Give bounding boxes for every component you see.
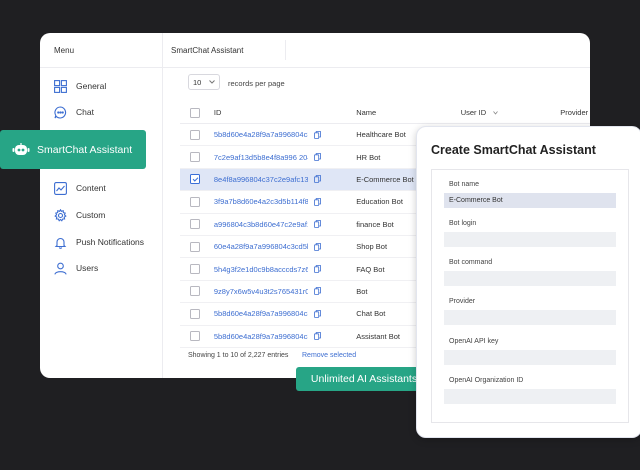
bot-id-link[interactable]: a996804c3b8d60e47c2e9af1	[214, 220, 308, 229]
sidebar-item-label: Content	[76, 183, 106, 193]
row-checkbox[interactable]	[190, 129, 200, 140]
sort-icon	[493, 111, 499, 115]
gear-icon	[54, 208, 67, 222]
panel-title: Create SmartChat Assistant	[431, 143, 596, 157]
bot-id-link[interactable]: 8e4f8a996804c37c2e9afc13d	[214, 175, 308, 184]
bot-id-link[interactable]: 7c2e9af13d5b8e4f8a996 204	[214, 153, 308, 162]
copy-icon[interactable]	[313, 175, 321, 184]
smartchat-assistant-badge: SmartChat Assistant	[0, 130, 146, 169]
column-header-name[interactable]: Name	[356, 108, 460, 117]
menu-title: Menu	[54, 46, 75, 55]
sidebar-item-general[interactable]: General	[54, 77, 106, 95]
row-checkbox[interactable]	[190, 196, 200, 207]
provider-field[interactable]	[444, 310, 616, 325]
row-checkbox[interactable]	[190, 174, 200, 185]
bot-command-field[interactable]	[444, 271, 616, 286]
records-per-page-select[interactable]: 10	[188, 74, 220, 90]
select-all-checkbox[interactable]	[190, 107, 200, 118]
sidebar-item-custom[interactable]: Custom	[54, 206, 105, 224]
copy-icon[interactable]	[313, 130, 321, 139]
user-icon	[54, 262, 67, 275]
sidebar-item-chat[interactable]: Chat	[54, 103, 94, 121]
field-label-bot-login: Bot login	[449, 220, 477, 227]
robot-icon	[12, 143, 30, 155]
row-checkbox[interactable]	[190, 241, 200, 252]
openai-api-key-field[interactable]	[444, 350, 616, 365]
copy-icon[interactable]	[313, 265, 321, 273]
row-checkbox[interactable]	[190, 308, 200, 319]
divider	[162, 67, 590, 68]
copy-icon[interactable]	[313, 197, 321, 206]
chat-bubble-icon	[54, 105, 67, 119]
row-checkbox[interactable]	[190, 264, 200, 275]
bot-name-field[interactable]: E-Commerce Bot	[444, 193, 616, 208]
bot-login-field[interactable]	[444, 232, 616, 247]
badge-label: Unlimited AI Assistants	[310, 373, 418, 385]
divider	[40, 67, 162, 68]
bot-id-link[interactable]: 5h4g3f2e1d0c9b8acccds7z6y	[214, 265, 308, 274]
sidebar-item-label: Users	[76, 263, 99, 273]
copy-icon[interactable]	[313, 332, 321, 341]
bot-id-link[interactable]: 5b8d60e4a28f9a7a996804c3	[214, 130, 308, 139]
chevron-down-icon	[209, 80, 215, 84]
copy-icon[interactable]	[313, 287, 321, 296]
sidebar: Menu General Chat Content Custom Push No…	[40, 33, 163, 378]
remove-selected-link[interactable]: Remove selected	[302, 352, 356, 359]
table-header: ID Name User ID Provider	[180, 102, 590, 124]
sidebar-item-content[interactable]: Content	[54, 179, 106, 197]
records-value: 10	[193, 77, 202, 87]
sidebar-item-label: General	[76, 81, 107, 91]
chart-icon	[54, 181, 67, 195]
sidebar-item-label: Chat	[76, 107, 94, 117]
column-header-user-id[interactable]: User ID	[461, 108, 561, 117]
row-checkbox[interactable]	[190, 219, 200, 230]
copy-icon[interactable]	[313, 220, 321, 229]
row-checkbox[interactable]	[190, 331, 200, 342]
entries-count: Showing 1 to 10 of 2,227 entries	[188, 352, 289, 359]
openai-organization-id-field[interactable]	[444, 389, 616, 404]
copy-icon[interactable]	[313, 242, 321, 251]
copy-icon[interactable]	[313, 153, 321, 161]
badge-label: SmartChat Assistant	[37, 143, 133, 156]
bot-id-link[interactable]: 3f9a7b8d60e4a2c3d5b114f8	[214, 197, 308, 206]
unlimited-ai-assistants-badge: Unlimited AI Assistants	[296, 367, 432, 391]
create-assistant-panel: Create SmartChat Assistant Bot name E-Co…	[416, 126, 640, 438]
bot-id-link[interactable]: 9z8y7x6w5v4u3t2s765431r0q	[214, 287, 308, 296]
sidebar-item-label: Push Notifications	[76, 237, 145, 247]
divider	[285, 40, 286, 60]
column-header-id[interactable]: ID	[214, 108, 356, 117]
sidebar-item-label: Custom	[76, 210, 106, 220]
copy-icon[interactable]	[313, 309, 321, 318]
row-checkbox[interactable]	[190, 152, 200, 163]
records-label: records per page	[228, 79, 285, 88]
grid-icon	[54, 79, 67, 93]
field-label-openai-organization-id: OpenAI Organization ID	[449, 377, 524, 384]
field-label-provider: Provider	[449, 298, 476, 305]
bot-id-link[interactable]: 5b8d60e4a28f9a7a996804c3	[214, 309, 308, 318]
create-assistant-form: Bot name E-Commerce Bot Bot login Bot co…	[431, 169, 629, 423]
sidebar-item-users[interactable]: Users	[54, 259, 98, 277]
column-header-provider[interactable]: Provider	[560, 108, 590, 117]
bell-icon	[54, 237, 67, 249]
bot-id-link[interactable]: 60e4a28f9a7a996804c3cd5b	[214, 242, 308, 251]
field-label-bot-command: Bot command	[449, 259, 493, 266]
field-label-bot-name: Bot name	[449, 181, 479, 188]
page-title: SmartChat Assistant	[171, 46, 244, 55]
row-checkbox[interactable]	[190, 286, 200, 297]
field-label-openai-api-key: OpenAI API key	[449, 338, 499, 345]
sidebar-item-push-notifications[interactable]: Push Notifications	[54, 233, 144, 251]
bot-id-link[interactable]: 5b8d60e4a28f9a7a996804c3	[214, 332, 308, 341]
